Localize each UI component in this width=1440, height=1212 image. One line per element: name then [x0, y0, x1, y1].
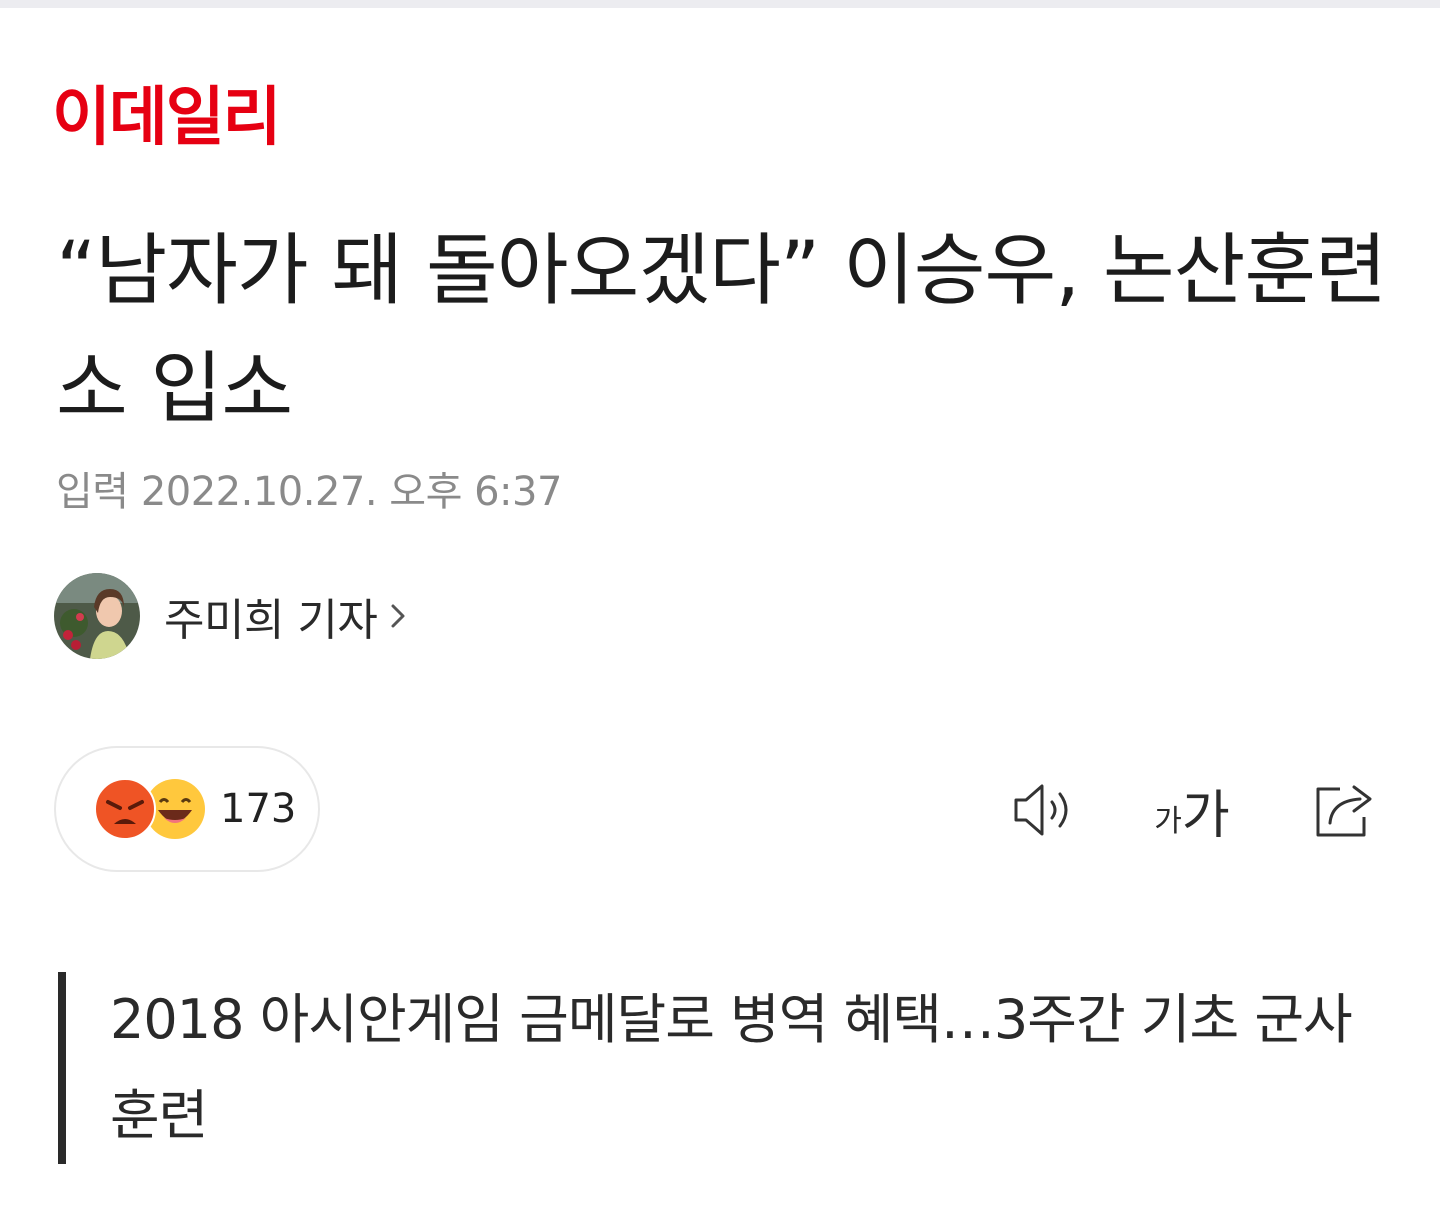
reaction-button[interactable]: 173 — [54, 746, 320, 872]
reaction-emojis — [94, 778, 206, 840]
angry-face-icon — [94, 778, 156, 840]
author-name: 주미희 기자 — [164, 595, 378, 646]
share-icon — [1316, 785, 1372, 837]
article-summary: 2018 아시안게임 금메달로 병역 혜택…3주간 기초 군사훈련 — [58, 972, 1358, 1164]
share-button[interactable] — [1306, 770, 1382, 850]
reaction-count: 173 — [220, 786, 297, 832]
font-size-button[interactable]: 가 가 — [1150, 770, 1234, 850]
font-size-large-label: 가 — [1181, 785, 1230, 846]
publisher-logo[interactable]: 이데일리 — [52, 80, 282, 156]
published-timestamp: 입력 2022.10.27. 오후 6:37 — [56, 469, 562, 515]
font-size-small-label: 가 — [1154, 804, 1182, 839]
author-avatar — [54, 573, 140, 659]
article-headline: “남자가 돼 돌아오겠다” 이승우, 논산훈련소 입소 — [56, 226, 1387, 434]
top-strip — [0, 0, 1440, 8]
text-to-speech-button[interactable] — [1002, 770, 1082, 850]
speaker-icon — [1014, 784, 1068, 836]
author-link[interactable]: 주미희 기자 — [54, 572, 411, 660]
chevron-right-icon — [391, 604, 405, 628]
